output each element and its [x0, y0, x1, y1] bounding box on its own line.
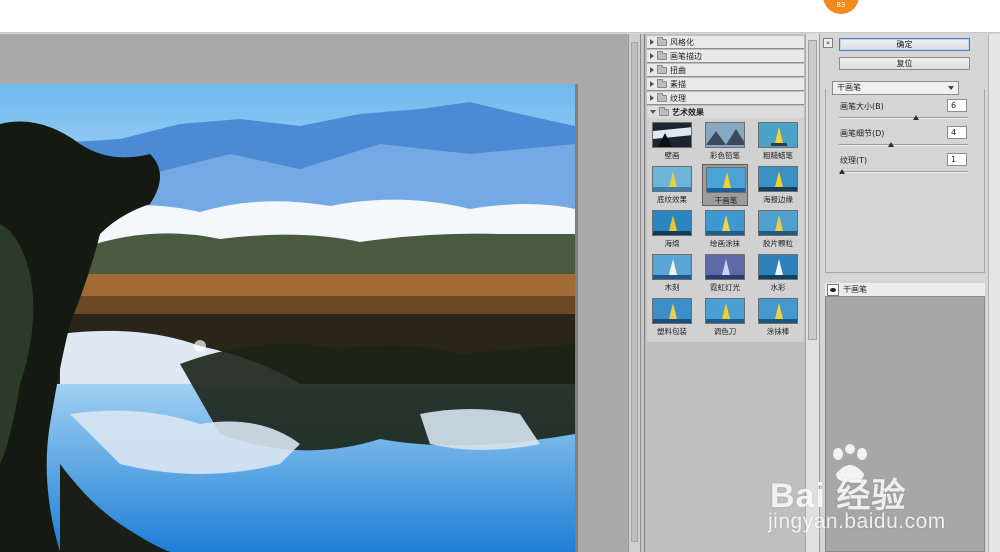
filter-thumbnail: [705, 210, 745, 236]
filter-tile-smudge-stick[interactable]: 涂抹棒: [755, 296, 801, 338]
tile-label: 海绵: [664, 239, 680, 248]
filter-thumbnail: [652, 298, 692, 324]
category-label: 风格化: [670, 37, 694, 47]
category-label: 纹理: [670, 93, 686, 103]
eye-icon[interactable]: [827, 283, 839, 296]
expand-triangle-icon: [650, 95, 654, 101]
texture-input[interactable]: 1: [947, 153, 967, 166]
filter-thumbnail: [652, 210, 692, 236]
watermark-url: jingyan.baidu.com: [768, 510, 946, 533]
tile-label: 木刻: [664, 283, 680, 292]
brush-detail-label: 画笔细节(D): [840, 129, 885, 138]
brush-detail-slider-handle[interactable]: [888, 142, 895, 147]
preview-scroll-thumb[interactable]: [631, 42, 638, 542]
filter-thumbnail: [705, 122, 745, 148]
category-label: 艺术效果: [672, 107, 704, 117]
filter-thumbnail: [758, 298, 798, 324]
effect-layer-name: 干画笔: [843, 285, 867, 294]
filter-tile-sponge[interactable]: 海绵: [649, 208, 695, 250]
filter-tile-cutout[interactable]: 木刻: [649, 252, 695, 294]
category-stylize[interactable]: 风格化: [647, 36, 804, 49]
filter-tile-colored-pencil[interactable]: 彩色铅笔: [702, 120, 748, 162]
expand-triangle-icon: [650, 67, 654, 73]
filter-tile-film-grain[interactable]: 胶片颗粒: [755, 208, 801, 250]
brush-size-slider-handle[interactable]: [912, 115, 919, 120]
filter-select[interactable]: 干画笔: [832, 81, 959, 95]
tile-label: 塑料包装: [657, 327, 687, 336]
brush-detail-input[interactable]: 4: [947, 126, 967, 139]
brush-size-slider[interactable]: [839, 117, 968, 119]
filter-thumbnail: [652, 122, 692, 148]
brush-size-input[interactable]: 6: [947, 99, 967, 112]
category-brush-strokes[interactable]: 画笔描边: [647, 50, 804, 63]
brush-size-label: 画笔大小(B): [840, 102, 884, 111]
folder-icon: [657, 50, 667, 60]
folder-open-icon: [659, 106, 669, 116]
filter-thumbnail: [705, 254, 745, 280]
filter-tile-watercolor[interactable]: 水彩: [755, 252, 801, 294]
filter-tile-paint-daubs[interactable]: 绘画涂抹: [702, 208, 748, 250]
texture-slider-handle[interactable]: [839, 169, 845, 174]
reset-button[interactable]: 复位: [839, 57, 970, 70]
filter-tile-plastic-wrap[interactable]: 塑料包装: [649, 296, 695, 338]
chevron-down-icon: [948, 86, 954, 90]
folder-icon: [657, 64, 667, 74]
gallery-scroll-thumb[interactable]: [808, 40, 817, 340]
folder-icon: [657, 36, 667, 46]
category-sketch[interactable]: 素描: [647, 78, 804, 91]
tile-label: 胶片颗粒: [763, 239, 793, 248]
texture-label: 纹理(T): [840, 156, 868, 165]
tile-label: 壁画: [664, 151, 680, 160]
texture-slider[interactable]: [839, 171, 968, 173]
expand-triangle-icon: [650, 39, 654, 45]
category-label: 扭曲: [670, 65, 686, 75]
filter-thumbnail: [758, 254, 798, 280]
ok-button[interactable]: 确定: [839, 38, 970, 51]
filter-thumbnail: [652, 166, 692, 192]
folder-icon: [657, 78, 667, 88]
filter-tile-dry-brush[interactable]: 干画笔: [702, 164, 748, 206]
preview-canvas[interactable]: [0, 84, 575, 552]
effect-layer-row[interactable]: 干画笔: [825, 283, 985, 297]
tile-label: 彩色铅笔: [710, 151, 740, 160]
tile-label: 海报边缘: [763, 195, 793, 204]
tile-label: 调色刀: [713, 327, 737, 336]
expand-triangle-icon: [650, 53, 654, 59]
filter-thumbnail: [758, 166, 798, 192]
brush-detail-slider[interactable]: [839, 144, 968, 146]
filter-tile-rough-pastels[interactable]: 粗糙蜡笔: [755, 120, 801, 162]
tile-label: 底纹效果: [657, 195, 687, 204]
category-texture[interactable]: 纹理: [647, 92, 804, 105]
filter-tile-fresco[interactable]: 壁画: [649, 120, 695, 162]
collapse-triangle-icon: [650, 110, 656, 114]
tile-label: 绘画涂抹: [710, 239, 740, 248]
filter-select-value: 干画笔: [837, 83, 861, 92]
baidu-jingyan-watermark: Bai 经验 jingyan.baidu.com: [764, 440, 1000, 550]
filter-tile-poster-edges[interactable]: 海报边缘: [755, 164, 801, 206]
expand-triangle-icon: [650, 81, 654, 87]
filter-thumbnail: [706, 167, 746, 193]
preview-scrollbar[interactable]: [628, 34, 640, 552]
folder-icon: [657, 92, 667, 102]
tile-label: 干画笔: [714, 196, 738, 205]
filter-tile-underpainting[interactable]: 底纹效果: [649, 164, 695, 206]
tile-label: 涂抹棒: [766, 327, 790, 336]
category-distort[interactable]: 扭曲: [647, 64, 804, 77]
filter-thumbnail: [705, 298, 745, 324]
filter-tile-palette-knife[interactable]: 调色刀: [702, 296, 748, 338]
filter-tiles-grid: 壁画 彩色铅笔 粗糙蜡笔 底纹效果 干画笔 海报边缘 海绵 绘画涂抹 胶片颗粒 …: [647, 118, 804, 342]
filter-thumbnail: [758, 122, 798, 148]
tile-label: 粗糙蜡笔: [763, 151, 793, 160]
tile-label: 水彩: [770, 283, 786, 292]
category-label: 素描: [670, 79, 686, 89]
filter-tile-neon-glow[interactable]: 霓虹灯光: [702, 252, 748, 294]
filter-thumbnail: [758, 210, 798, 236]
collapse-gallery-button[interactable]: »: [823, 38, 833, 48]
tile-label: 霓虹灯光: [710, 283, 740, 292]
category-label: 画笔描边: [670, 51, 702, 61]
filter-thumbnail: [652, 254, 692, 280]
